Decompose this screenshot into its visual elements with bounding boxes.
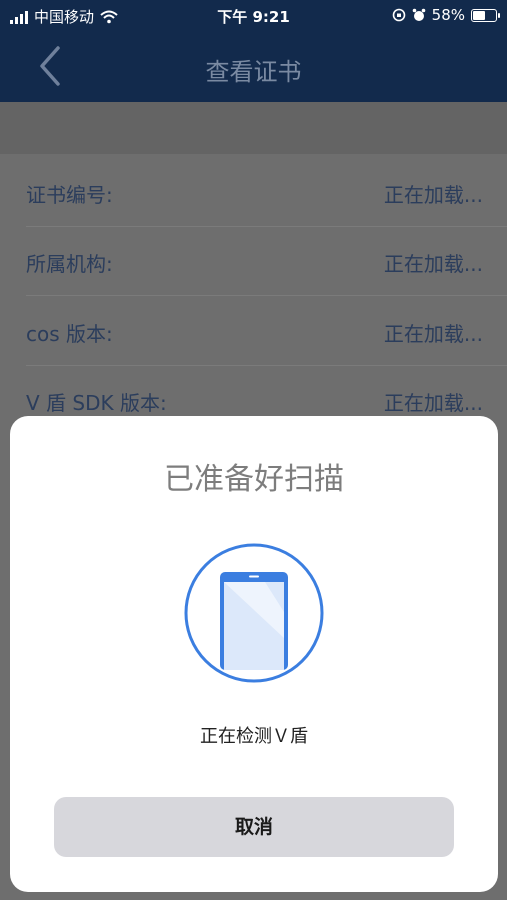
status-right: 58% bbox=[392, 6, 500, 24]
row-label: 证书编号: bbox=[26, 183, 113, 207]
scan-dialog: 已准备好扫描 正在检测Ｖ盾 取消 bbox=[10, 416, 498, 892]
row-value: 正在加载... bbox=[383, 391, 483, 415]
row-value: 正在加载... bbox=[383, 183, 483, 207]
row-cert-number: 证书编号: 正在加载... bbox=[0, 159, 507, 227]
row-value: 正在加载... bbox=[383, 252, 483, 276]
orientation-lock-icon bbox=[392, 8, 405, 22]
row-label: cos 版本: bbox=[26, 322, 113, 346]
battery-percent: 58% bbox=[431, 6, 465, 24]
battery-icon bbox=[471, 8, 500, 22]
cancel-button[interactable]: 取消 bbox=[54, 797, 454, 857]
row-organization: 所属机构: 正在加载... bbox=[0, 228, 507, 296]
row-divider bbox=[26, 226, 507, 227]
section-gap bbox=[0, 102, 507, 154]
row-label: V 盾 SDK 版本: bbox=[26, 391, 167, 415]
status-bar: 中国移动 下午 9:21 58% bbox=[0, 0, 507, 30]
nav-bar: 查看证书 bbox=[0, 30, 507, 102]
battery-fill bbox=[473, 10, 485, 20]
alarm-icon bbox=[412, 8, 425, 21]
page-title: 查看证书 bbox=[205, 58, 302, 86]
dialog-title: 已准备好扫描 bbox=[164, 462, 344, 497]
row-cos-version: cos 版本: 正在加载... bbox=[0, 298, 507, 366]
row-label: 所属机构: bbox=[26, 252, 113, 276]
detecting-status: 正在检测Ｖ盾 bbox=[200, 726, 308, 747]
row-value: 正在加载... bbox=[383, 322, 483, 346]
row-divider bbox=[26, 365, 507, 366]
row-divider bbox=[26, 295, 507, 296]
phone-icon bbox=[184, 543, 324, 683]
